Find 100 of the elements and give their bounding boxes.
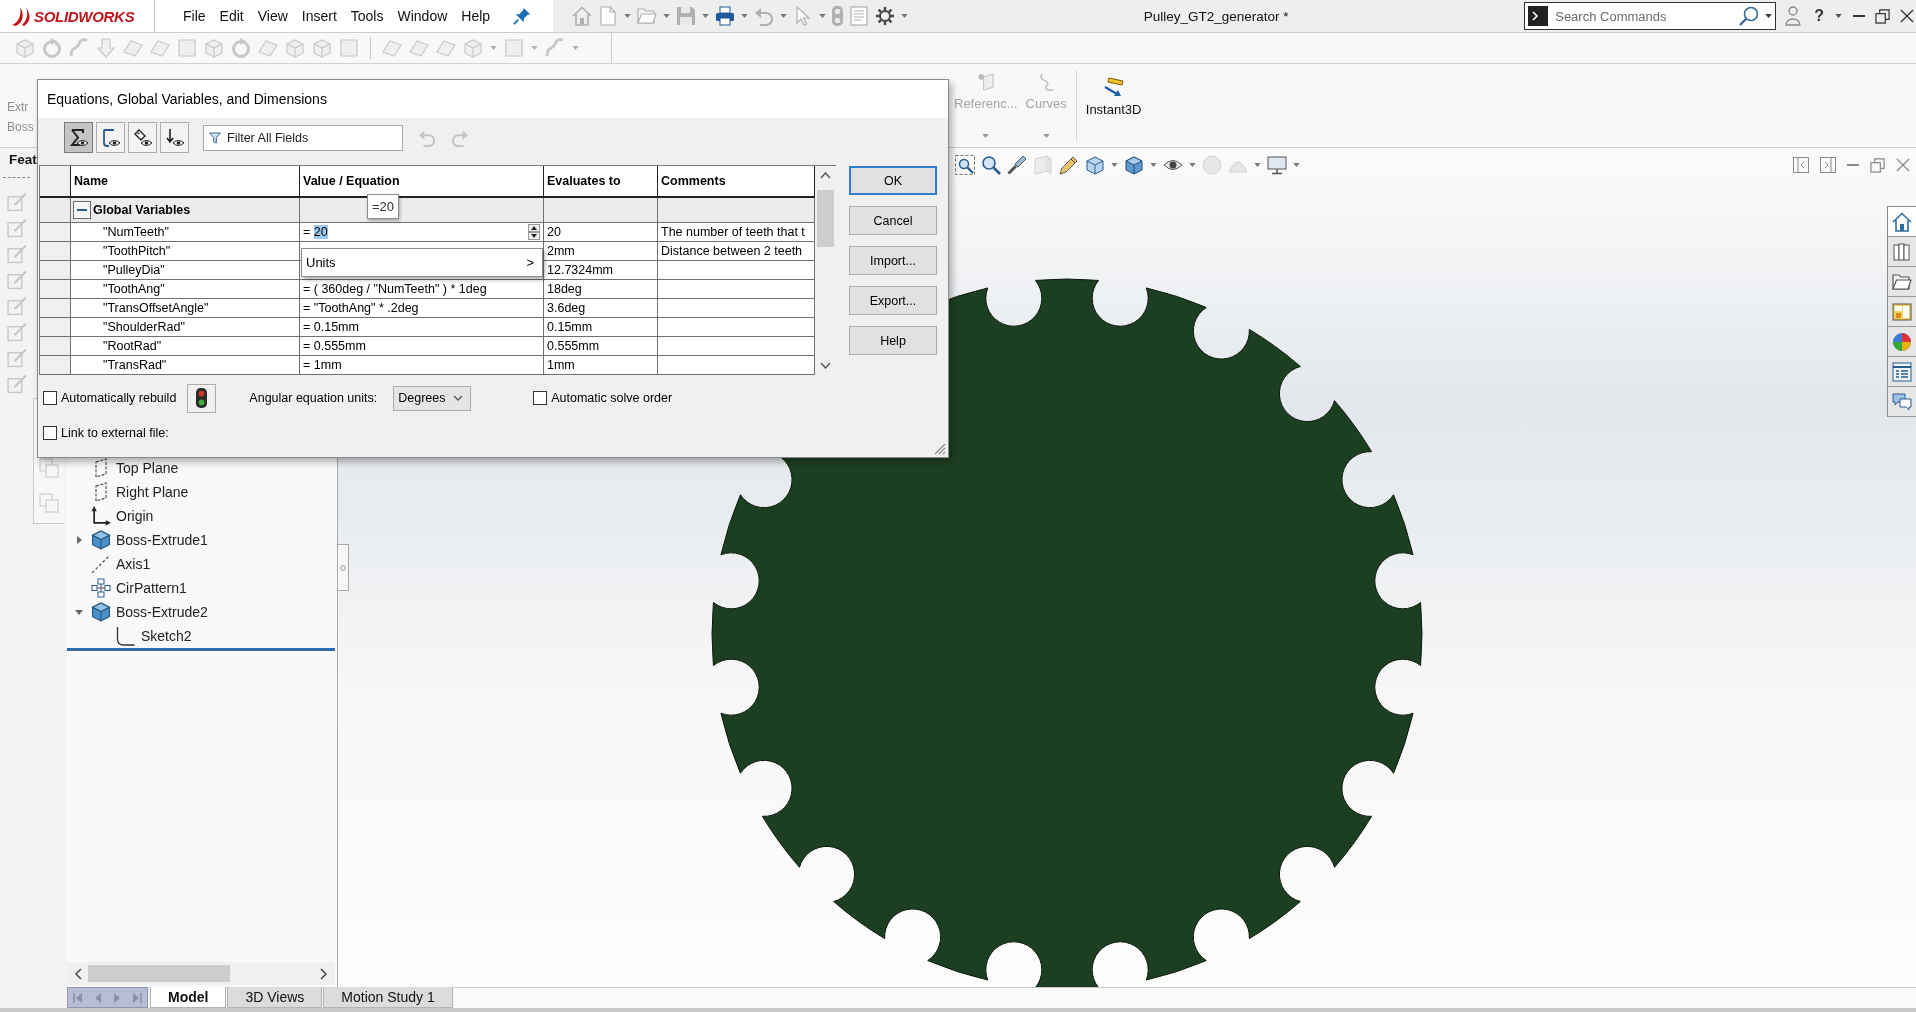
task-pane-tab[interactable] (1888, 207, 1916, 237)
first-arrow-icon[interactable] (73, 992, 84, 1003)
caret-icon[interactable] (1765, 14, 1773, 18)
chevron-down-icon[interactable] (820, 362, 831, 369)
chevron-up-icon[interactable] (820, 172, 831, 179)
row-header[interactable] (40, 318, 71, 337)
tree-item[interactable]: Origin (116, 508, 154, 524)
search-icon[interactable] (1739, 6, 1760, 26)
task-pane-tab[interactable] (1888, 357, 1916, 387)
row-header[interactable] (40, 198, 71, 223)
checkbox[interactable] (533, 391, 548, 405)
tree-item[interactable]: CirPattern1 (116, 580, 187, 596)
resize-grip-icon[interactable] (934, 443, 946, 455)
menu-item[interactable]: Help (454, 1, 498, 31)
stacked-squares-icon[interactable] (39, 458, 59, 478)
pencil-icon[interactable] (1058, 155, 1079, 175)
caret-right-icon[interactable] (76, 536, 82, 544)
task-pane-tab[interactable] (1888, 387, 1916, 417)
minus-box-icon[interactable] (73, 201, 91, 219)
tree-item[interactable]: Boss-Extrude1 (116, 532, 208, 548)
dialog-button[interactable]: Help (849, 326, 937, 355)
scroll-thumb[interactable] (88, 965, 230, 982)
close-icon[interactable] (1900, 9, 1914, 23)
task-pane-tab[interactable] (1888, 237, 1916, 267)
sheet-list-icon[interactable] (849, 6, 869, 26)
menu-item[interactable]: Insert (294, 1, 344, 31)
row-header[interactable] (40, 261, 71, 280)
page-icon[interactable] (598, 6, 618, 26)
printer-icon[interactable] (715, 6, 735, 26)
units-dropdown[interactable]: Degrees (393, 385, 472, 411)
submenu-arrow: > (526, 255, 534, 270)
tree-item[interactable]: Boss-Extrude2 (116, 604, 208, 620)
dialog-button[interactable]: Import... (849, 246, 937, 275)
row-header[interactable] (40, 337, 71, 356)
checkbox[interactable] (43, 426, 57, 440)
collapse-handle[interactable] (338, 544, 349, 591)
monitor-icon[interactable] (1266, 155, 1287, 175)
panel-left-icon[interactable] (1793, 157, 1809, 173)
task-pane-tab[interactable] (1888, 267, 1916, 297)
search-field[interactable]: Search Commands (1524, 2, 1777, 30)
menu-item[interactable]: File (176, 1, 213, 31)
row-header[interactable] (40, 223, 71, 242)
traffic-light-icon[interactable] (832, 6, 843, 26)
bottom-tab[interactable]: Motion Study 1 (323, 987, 453, 1008)
last-arrow-icon[interactable] (131, 992, 142, 1003)
restore-icon[interactable] (1875, 8, 1890, 24)
row-header[interactable] (40, 242, 71, 261)
cube-icon[interactable] (1084, 155, 1105, 175)
menu-item[interactable]: Window (390, 1, 455, 31)
shaded-cube-icon[interactable] (1123, 155, 1144, 175)
checkbox[interactable] (43, 391, 57, 405)
dialog-button[interactable]: Cancel (849, 206, 937, 235)
tab-label[interactable]: Feat (0, 148, 37, 172)
home-icon[interactable] (572, 6, 592, 26)
menu-item[interactable]: Tools (343, 1, 391, 31)
bottom-tab[interactable]: 3D Views (227, 987, 323, 1008)
gear-icon[interactable] (875, 6, 895, 26)
bottom-tab[interactable]: Model (150, 987, 227, 1008)
view-toggle-button[interactable] (128, 122, 157, 153)
previous-arrow-icon[interactable] (94, 992, 103, 1003)
tree-item[interactable]: Axis1 (116, 556, 151, 572)
menu-item[interactable]: Edit (212, 1, 251, 31)
row-header[interactable] (40, 356, 71, 375)
task-pane-tab[interactable] (1888, 297, 1916, 327)
rebuild-button[interactable] (187, 383, 217, 413)
chevron-left-icon[interactable] (75, 967, 82, 980)
row-header[interactable] (40, 299, 71, 318)
chevron-right-icon[interactable] (320, 967, 327, 980)
view-toggle-button[interactable] (160, 122, 189, 153)
tree-item[interactable]: Right Plane (116, 484, 189, 500)
menu-item[interactable]: View (250, 1, 295, 31)
caret-icon[interactable] (1835, 14, 1842, 18)
ribbon-button[interactable]: Instant3D (1081, 64, 1146, 147)
pin-icon[interactable] (513, 7, 532, 25)
dialog-button[interactable]: OK (849, 166, 937, 195)
undo-icon[interactable] (754, 6, 774, 26)
tree-item[interactable]: Sketch2 (141, 628, 192, 644)
menu-item[interactable]: Units > (302, 249, 542, 276)
spinner-icon[interactable] (528, 224, 540, 240)
magnifier-frame-icon[interactable] (954, 155, 975, 175)
help-menu[interactable]: ? (1814, 6, 1824, 26)
dialog-button[interactable]: Export... (849, 286, 937, 315)
view-toggle-button[interactable] (64, 122, 93, 153)
person-icon[interactable] (1785, 6, 1802, 26)
filter-field[interactable]: Filter All Fields (203, 124, 403, 151)
row-header[interactable] (40, 280, 71, 299)
tree-item[interactable]: Top Plane (116, 460, 179, 476)
value-input[interactable]: = 20 (300, 223, 543, 241)
table-corner-cell[interactable] (40, 166, 71, 198)
view-toggle-button[interactable] (96, 122, 125, 153)
scroll-thumb[interactable] (817, 190, 834, 247)
next-arrow-icon[interactable] (112, 992, 121, 1003)
panel-right-icon[interactable] (1820, 157, 1836, 173)
brush-icon[interactable] (1006, 155, 1027, 175)
task-pane-tab[interactable] (1888, 327, 1916, 357)
cursor-icon[interactable] (793, 6, 813, 26)
folder-icon[interactable] (637, 6, 657, 26)
scrollbar[interactable] (67, 962, 335, 985)
caret-down-icon[interactable] (75, 609, 83, 615)
magnifier-icon[interactable] (980, 155, 1001, 175)
